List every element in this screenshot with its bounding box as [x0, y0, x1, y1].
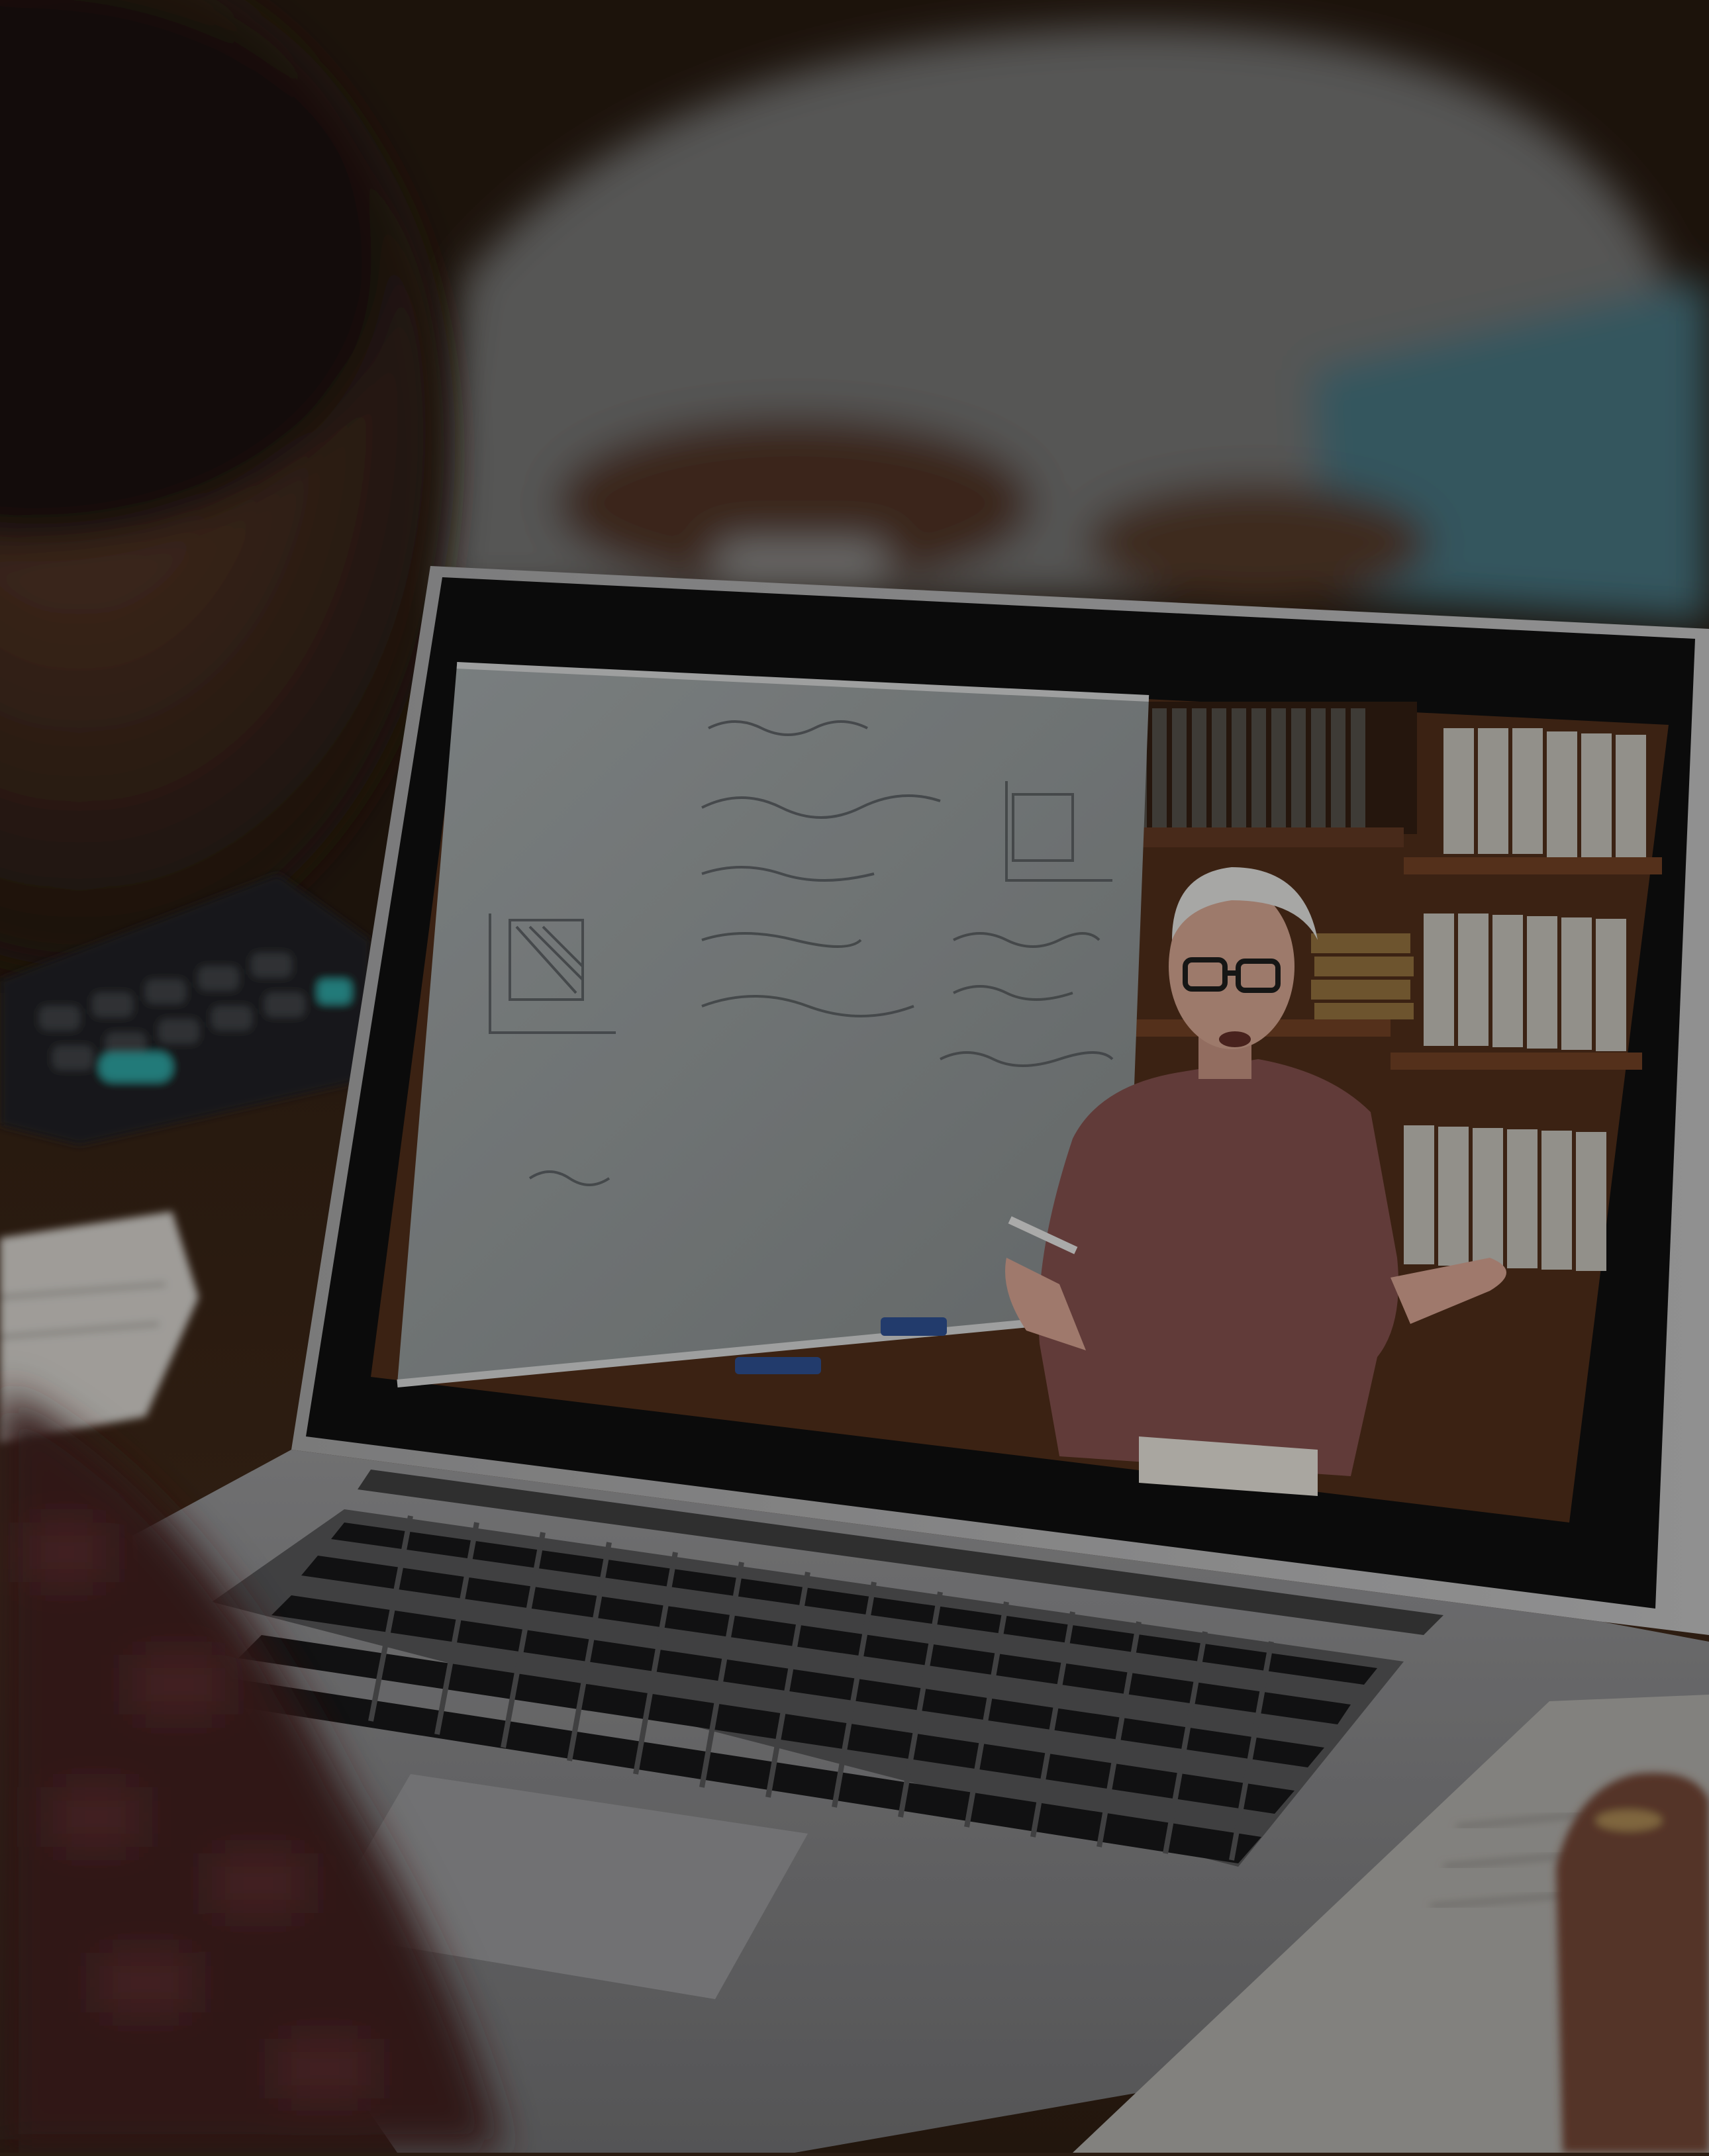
laptop-icon — [291, 566, 1709, 1635]
hand-right — [1556, 1773, 1709, 2153]
scene-illustration — [0, 0, 1709, 2153]
photo-scene — [0, 0, 1709, 2153]
lecture-video — [371, 662, 1669, 1523]
